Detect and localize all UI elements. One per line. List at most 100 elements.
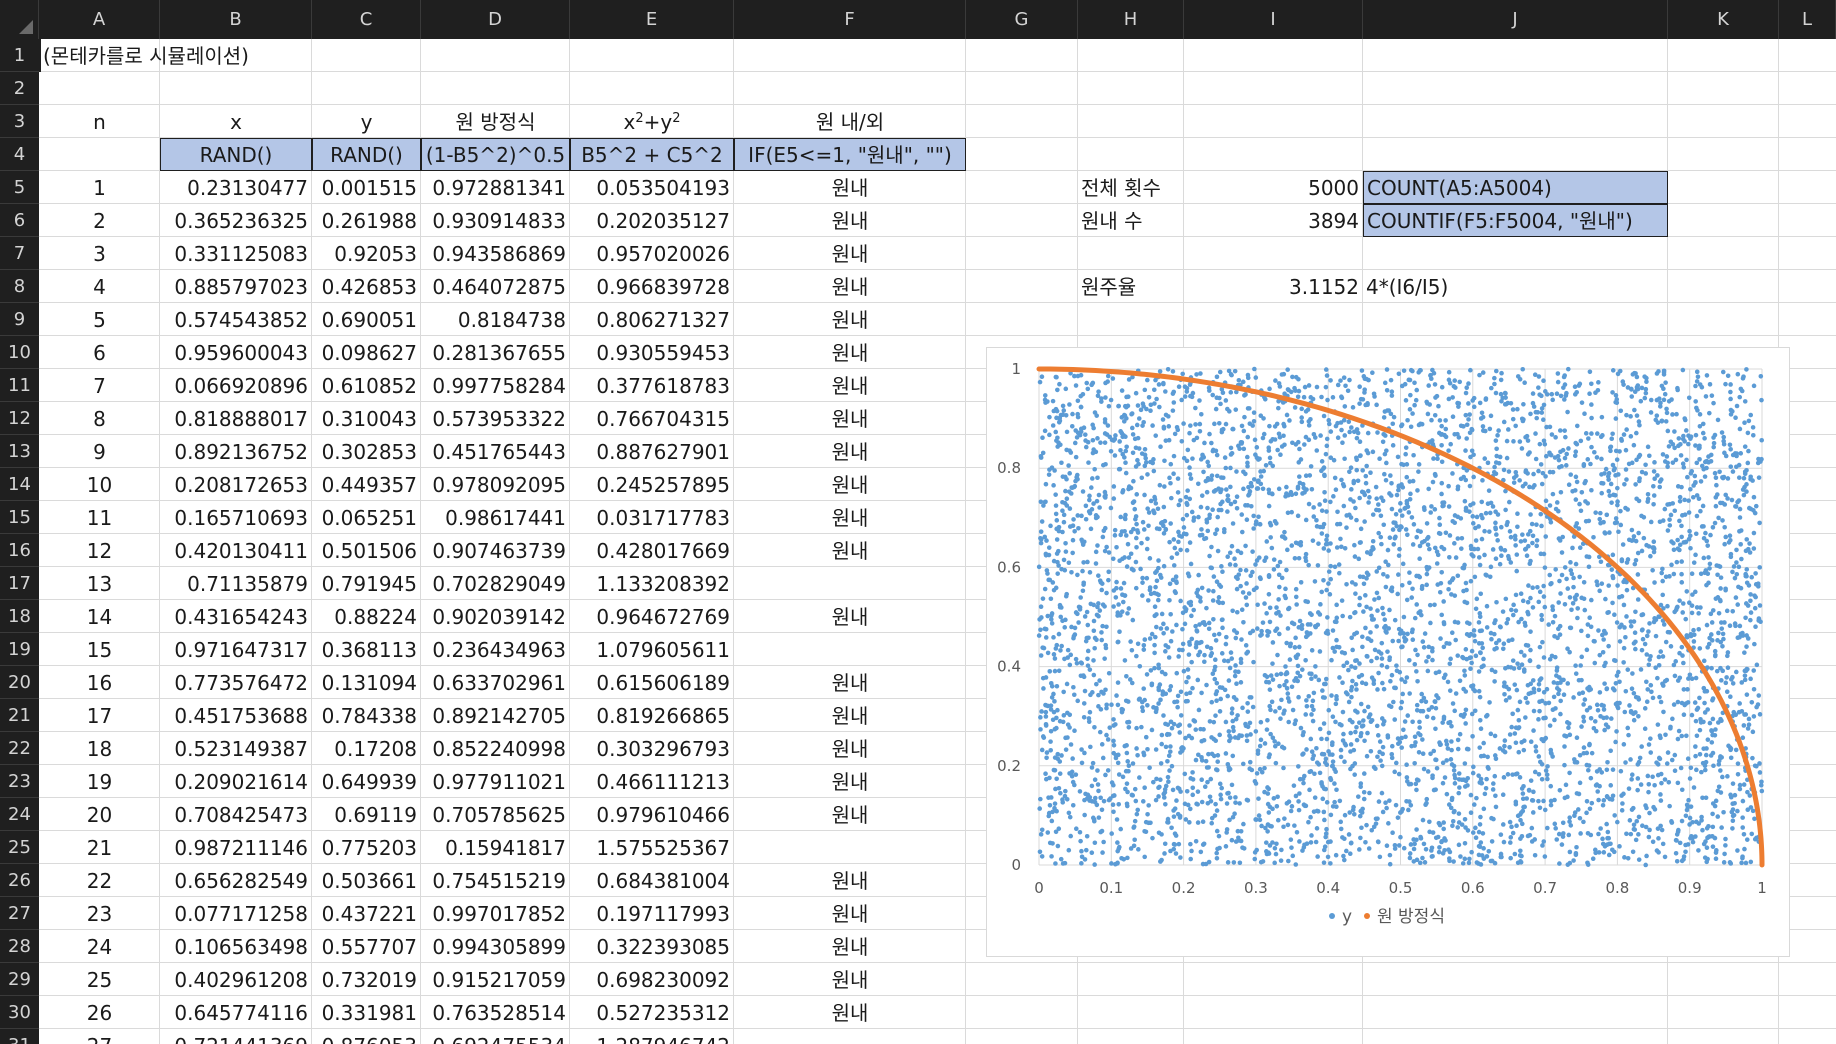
row-header-18[interactable]: 18: [0, 600, 39, 633]
cell-in-out[interactable]: 원내: [734, 699, 966, 732]
cell-n[interactable]: 24: [39, 930, 160, 963]
cell-x2-y2[interactable]: 0.930559453: [570, 336, 734, 369]
cell-x[interactable]: 0.721441369: [160, 1029, 312, 1044]
cell-y[interactable]: 0.368113: [312, 633, 421, 666]
cell-circle-eq[interactable]: 0.705785625: [421, 798, 570, 831]
cell-x2-y2[interactable]: 0.806271327: [570, 303, 734, 336]
cell-x[interactable]: 0.420130411: [160, 534, 312, 567]
cell-x2-y2[interactable]: 0.303296793: [570, 732, 734, 765]
cell-x2-y2[interactable]: 0.466111213: [570, 765, 734, 798]
row-header-1[interactable]: 1: [0, 39, 39, 72]
cell-circle-eq[interactable]: 0.997758284: [421, 369, 570, 402]
cell-n[interactable]: 5: [39, 303, 160, 336]
row-header-16[interactable]: 16: [0, 534, 39, 567]
cell-in-out[interactable]: 원내: [734, 501, 966, 534]
cell-n[interactable]: 10: [39, 468, 160, 501]
cell-x2-y2[interactable]: 0.684381004: [570, 864, 734, 897]
cell-in-out[interactable]: 원내: [734, 930, 966, 963]
column-header-j[interactable]: J: [1363, 0, 1668, 39]
cell-in-out[interactable]: 원내: [734, 600, 966, 633]
cell-in-out[interactable]: 원내: [734, 435, 966, 468]
column-header-i[interactable]: I: [1184, 0, 1363, 39]
cell-x2-y2[interactable]: 0.819266865: [570, 699, 734, 732]
cell-circle-eq[interactable]: 0.892142705: [421, 699, 570, 732]
cell-circle-eq[interactable]: 0.633702961: [421, 666, 570, 699]
cell-x[interactable]: 0.23130477: [160, 171, 312, 204]
row-header-11[interactable]: 11: [0, 369, 39, 402]
cell-circle-eq[interactable]: 0.236434963: [421, 633, 570, 666]
cell-y[interactable]: 0.791945: [312, 567, 421, 600]
formula-cell-f[interactable]: IF(E5<=1, "원내", ""): [734, 138, 966, 171]
cell-in-out[interactable]: [734, 567, 966, 600]
cell-x[interactable]: 0.708425473: [160, 798, 312, 831]
row-header-13[interactable]: 13: [0, 435, 39, 468]
row-header-17[interactable]: 17: [0, 567, 39, 600]
cell-circle-eq[interactable]: 0.281367655: [421, 336, 570, 369]
cell-x2-y2[interactable]: 0.698230092: [570, 963, 734, 996]
cell-x2-y2[interactable]: 1.133208392: [570, 567, 734, 600]
cell-x[interactable]: 0.656282549: [160, 864, 312, 897]
cell-y[interactable]: 0.098627: [312, 336, 421, 369]
summary-total-formula[interactable]: COUNT(A5:A5004): [1363, 171, 1668, 204]
cell-in-out[interactable]: 원내: [734, 171, 966, 204]
cell-n[interactable]: 18: [39, 732, 160, 765]
cell-y[interactable]: 0.001515: [312, 171, 421, 204]
cell-in-out[interactable]: 원내: [734, 237, 966, 270]
row-header-7[interactable]: 7: [0, 237, 39, 270]
cell-y[interactable]: 0.302853: [312, 435, 421, 468]
cell-y[interactable]: 0.065251: [312, 501, 421, 534]
cell-n[interactable]: 6: [39, 336, 160, 369]
cell-n[interactable]: 12: [39, 534, 160, 567]
row-header-4[interactable]: 4: [0, 138, 39, 171]
cell-x[interactable]: 0.523149387: [160, 732, 312, 765]
cell-circle-eq[interactable]: 0.972881341: [421, 171, 570, 204]
cell-x[interactable]: 0.209021614: [160, 765, 312, 798]
row-header-24[interactable]: 24: [0, 798, 39, 831]
cell-x2-y2[interactable]: 0.197117993: [570, 897, 734, 930]
cell-y[interactable]: 0.876053: [312, 1029, 421, 1044]
column-header-k[interactable]: K: [1668, 0, 1779, 39]
cell-n[interactable]: 15: [39, 633, 160, 666]
summary-pi-label[interactable]: 원주율: [1078, 270, 1184, 303]
cell-n[interactable]: 2: [39, 204, 160, 237]
cell-x[interactable]: 0.066920896: [160, 369, 312, 402]
cell-n[interactable]: 19: [39, 765, 160, 798]
cell-circle-eq[interactable]: 0.98617441: [421, 501, 570, 534]
row-header-14[interactable]: 14: [0, 468, 39, 501]
cell-x2-y2[interactable]: 0.053504193: [570, 171, 734, 204]
cell-circle-eq[interactable]: 0.902039142: [421, 600, 570, 633]
cell-x[interactable]: 0.365236325: [160, 204, 312, 237]
cell-x2-y2[interactable]: 0.245257895: [570, 468, 734, 501]
cell-circle-eq[interactable]: 0.997017852: [421, 897, 570, 930]
cell-circle-eq[interactable]: 0.754515219: [421, 864, 570, 897]
cell-y[interactable]: 0.557707: [312, 930, 421, 963]
row-header-22[interactable]: 22: [0, 732, 39, 765]
cell-y[interactable]: 0.331981: [312, 996, 421, 1029]
cell-circle-eq[interactable]: 0.451765443: [421, 435, 570, 468]
formula-cell-e[interactable]: B5^2 + C5^2: [570, 138, 734, 171]
cell-n[interactable]: 13: [39, 567, 160, 600]
cell-y[interactable]: 0.437221: [312, 897, 421, 930]
row-header-23[interactable]: 23: [0, 765, 39, 798]
cell-circle-eq[interactable]: 0.573953322: [421, 402, 570, 435]
summary-pi-formula[interactable]: 4*(I6/I5): [1363, 270, 1668, 303]
header-n[interactable]: n: [39, 105, 160, 138]
cell-y[interactable]: 0.88224: [312, 600, 421, 633]
cell-in-out[interactable]: 원내: [734, 963, 966, 996]
cell-in-out[interactable]: 원내: [734, 897, 966, 930]
cell-x[interactable]: 0.71135879: [160, 567, 312, 600]
cell-circle-eq[interactable]: 0.8184738: [421, 303, 570, 336]
select-all-corner[interactable]: [0, 0, 39, 39]
cell-x2-y2[interactable]: 0.615606189: [570, 666, 734, 699]
cell-in-out[interactable]: 원내: [734, 996, 966, 1029]
column-header-b[interactable]: B: [160, 0, 312, 39]
cell-circle-eq[interactable]: 0.930914833: [421, 204, 570, 237]
cell-in-out[interactable]: 원내: [734, 765, 966, 798]
column-header-g[interactable]: G: [966, 0, 1078, 39]
row-header-29[interactable]: 29: [0, 963, 39, 996]
header-circle-eq[interactable]: 원 방정식: [421, 105, 570, 138]
row-header-28[interactable]: 28: [0, 930, 39, 963]
row-header-8[interactable]: 8: [0, 270, 39, 303]
cell-n[interactable]: 4: [39, 270, 160, 303]
cell-circle-eq[interactable]: 0.915217059: [421, 963, 570, 996]
